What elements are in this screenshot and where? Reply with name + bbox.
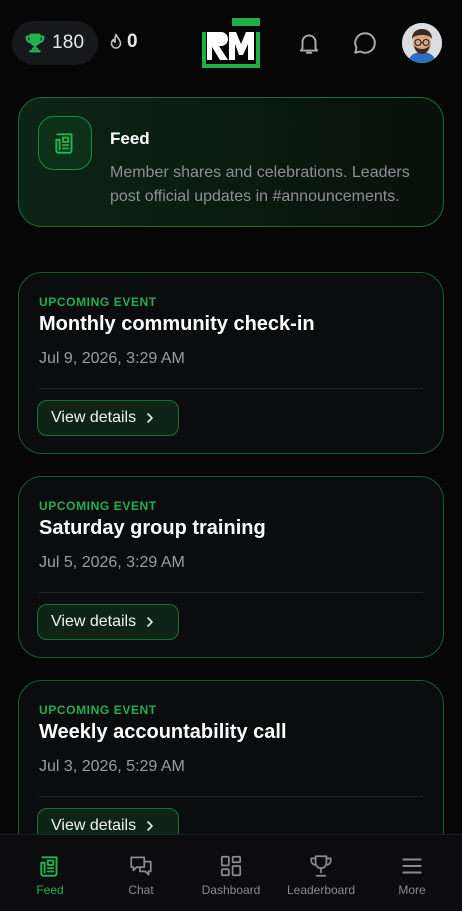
event-divider [39, 796, 423, 797]
event-kicker: UPCOMING EVENT [39, 295, 157, 309]
view-details-label: View details [51, 613, 137, 630]
event-date: Jul 9, 2026, 3:29 AM [39, 350, 185, 367]
bottom-nav: Feed Chat Dashboard Leaderboard More [0, 834, 462, 911]
nav-item-chat[interactable]: Chat [95, 835, 187, 911]
nav-item-feed[interactable]: Feed [4, 835, 96, 911]
chat-icon [130, 856, 152, 876]
feed-title: Feed [110, 129, 150, 148]
event-title: Monthly community check-in [39, 313, 315, 335]
event-divider [39, 592, 423, 593]
feed-intro-card: Feed Member shares and celebrations. Lea… [18, 97, 444, 227]
feed-screen: 180 0 Feed Member shares and celebration… [0, 0, 462, 911]
event-kicker: UPCOMING EVENT [39, 499, 157, 513]
bell-icon [299, 34, 319, 54]
event-date: Jul 3, 2026, 5:29 AM [39, 758, 185, 775]
trophy-count: 180 [52, 32, 85, 53]
event-date: Jul 5, 2026, 3:29 AM [39, 554, 185, 571]
view-details-label: View details [51, 817, 137, 834]
dashboard-icon [220, 855, 242, 877]
chevron-right-icon [147, 617, 153, 627]
top-bar: 180 0 [0, 0, 462, 86]
newspaper-icon [55, 133, 73, 154]
messages-button[interactable] [352, 30, 378, 56]
view-details-button[interactable]: View details [37, 604, 179, 640]
event-card[interactable]: UPCOMING EVENT Saturday group training J… [18, 476, 444, 658]
streak-count: 0 [127, 31, 138, 52]
nav-item-more[interactable]: More [366, 835, 458, 911]
event-divider [39, 388, 423, 389]
nav-label-dashboard: Dashboard [201, 883, 261, 897]
nav-label-feed: Feed [36, 883, 64, 897]
nav-item-leaderboard[interactable]: Leaderboard [275, 835, 367, 911]
chevron-right-icon [147, 821, 153, 831]
event-title: Weekly accountability call [39, 721, 287, 743]
trophy-icon [310, 855, 332, 877]
event-title: Saturday group training [39, 517, 266, 539]
chevron-right-icon [147, 413, 153, 423]
chat-bubble-icon [354, 32, 376, 54]
nav-label-more: More [398, 883, 426, 897]
flame-icon [110, 33, 122, 49]
trophy-points-pill[interactable]: 180 [12, 21, 98, 65]
trophy-icon [25, 33, 45, 53]
menu-icon [402, 858, 422, 874]
user-avatar[interactable] [402, 23, 442, 63]
avatar-icon [402, 23, 442, 63]
streak-counter[interactable]: 0 [108, 31, 138, 53]
newspaper-icon [40, 856, 58, 877]
view-details-label: View details [51, 409, 137, 426]
rm-logo[interactable] [202, 18, 260, 68]
nav-label-chat: Chat [128, 883, 154, 897]
nav-item-dashboard[interactable]: Dashboard [185, 835, 277, 911]
event-card[interactable]: UPCOMING EVENT Monthly community check-i… [18, 272, 444, 454]
nav-label-leaderboard: Leaderboard [286, 883, 356, 897]
feed-description: Member shares and celebrations. Leaders … [110, 164, 410, 205]
view-details-button[interactable]: View details [37, 400, 179, 436]
event-kicker: UPCOMING EVENT [39, 703, 157, 717]
notifications-button[interactable] [296, 30, 322, 56]
feed-icon-box [38, 116, 92, 170]
